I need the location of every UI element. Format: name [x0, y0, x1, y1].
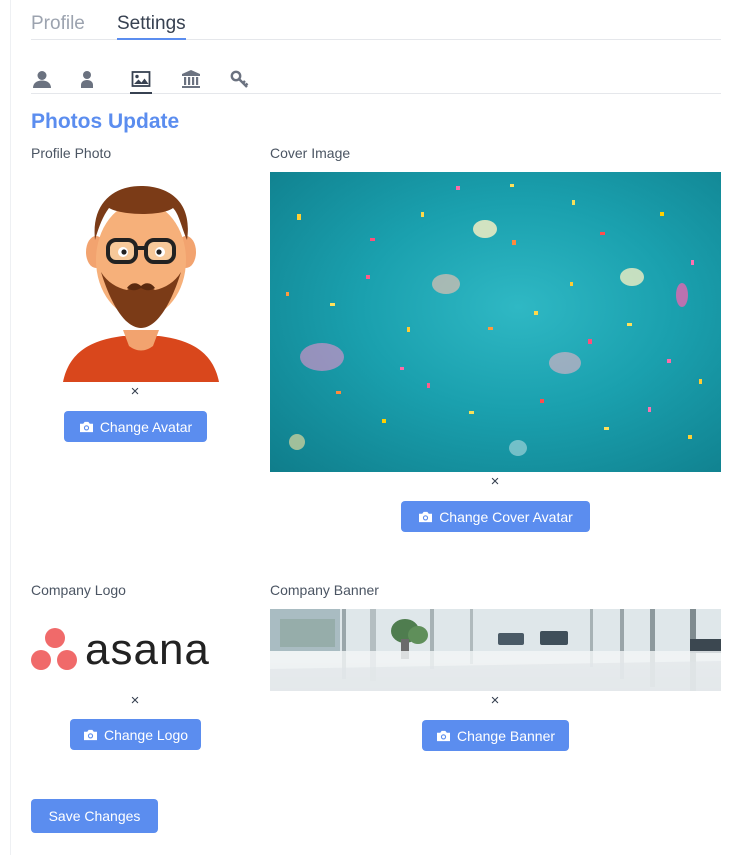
tab-user[interactable] [31, 68, 53, 90]
change-avatar-button[interactable]: Change Avatar [64, 411, 207, 442]
company-banner-image [270, 609, 721, 691]
tab-photos[interactable] [130, 68, 152, 94]
profile-avatar-image [61, 180, 221, 382]
cover-image-label: Cover Image [270, 145, 351, 161]
remove-cover-button[interactable]: × [488, 473, 502, 490]
company-banner-label: Company Banner [270, 582, 379, 598]
profile-photo-label: Profile Photo [31, 145, 112, 161]
section-title: Photos Update [31, 110, 180, 133]
save-changes-button[interactable]: Save Changes [31, 799, 158, 833]
change-logo-label: Change Logo [103, 726, 189, 743]
image-icon [131, 71, 151, 87]
company-logo-image: asana [31, 620, 243, 680]
remove-avatar-button[interactable]: × [128, 383, 142, 400]
camera-icon [436, 730, 450, 742]
camera-icon [419, 511, 433, 523]
settings-panel: Profile Settings Photos Update Profile P… [10, 0, 735, 855]
change-cover-label: Change Cover Avatar [439, 508, 573, 525]
change-logo-button[interactable]: Change Logo [70, 719, 201, 750]
tab-user-alt[interactable] [76, 68, 98, 90]
tab-profile[interactable]: Profile [31, 12, 85, 36]
camera-icon [83, 729, 97, 741]
cover-image [270, 172, 721, 472]
user-icon [33, 71, 51, 88]
company-logo-label: Company Logo [31, 582, 126, 598]
tab-security[interactable] [229, 68, 251, 90]
asana-dots-icon [31, 628, 79, 672]
key-icon [230, 70, 249, 88]
bank-icon [182, 70, 200, 88]
change-cover-button[interactable]: Change Cover Avatar [401, 501, 590, 532]
tab-bar: Profile Settings [31, 12, 721, 40]
tab-settings[interactable]: Settings [117, 12, 186, 40]
user-alt-icon [81, 71, 93, 88]
change-avatar-label: Change Avatar [99, 418, 193, 435]
remove-logo-button[interactable]: × [128, 692, 142, 709]
change-banner-button[interactable]: Change Banner [422, 720, 569, 751]
company-logo-wordmark: asana [85, 625, 210, 674]
camera-icon [79, 421, 93, 433]
remove-banner-button[interactable]: × [488, 692, 502, 709]
icon-tab-bar [31, 64, 721, 94]
change-banner-label: Change Banner [456, 727, 556, 744]
tab-bank[interactable] [180, 68, 202, 90]
